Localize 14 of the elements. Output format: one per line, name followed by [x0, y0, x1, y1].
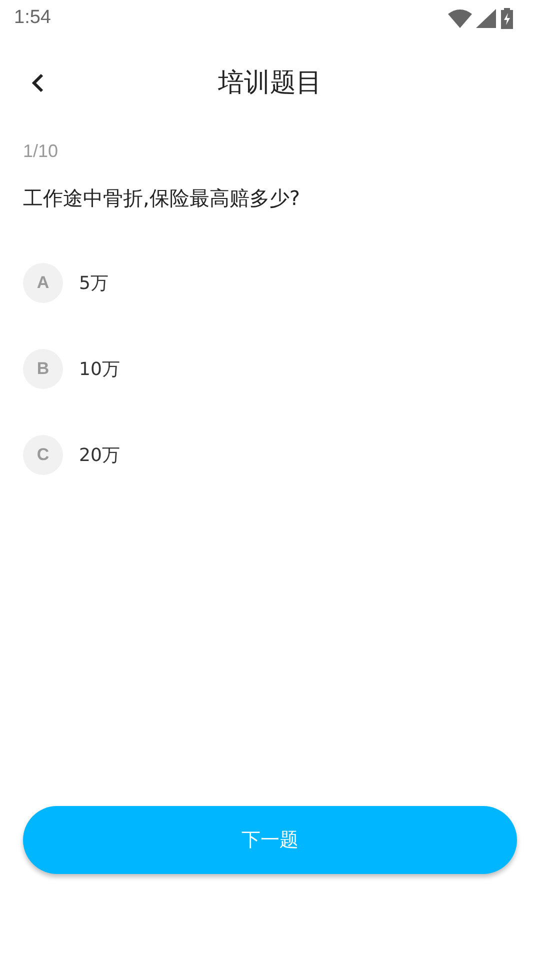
- page-title: 培训题目: [218, 66, 322, 100]
- wifi-icon: [448, 8, 472, 28]
- battery-charging-icon: [500, 8, 514, 28]
- next-question-button[interactable]: 下一题: [23, 806, 517, 874]
- question-text: 工作途中骨折,保险最高赔多少?: [23, 185, 301, 212]
- option-letter[interactable]: B: [23, 349, 63, 389]
- status-time: 1:54: [14, 6, 51, 30]
- option-text[interactable]: 10万: [79, 356, 120, 382]
- back-icon[interactable]: [30, 72, 46, 94]
- option-text[interactable]: 20万: [79, 442, 120, 468]
- option-letter[interactable]: C: [23, 435, 63, 475]
- option-text[interactable]: 5万: [79, 270, 108, 296]
- signal-icon: [476, 8, 496, 28]
- option-letter[interactable]: A: [23, 263, 63, 303]
